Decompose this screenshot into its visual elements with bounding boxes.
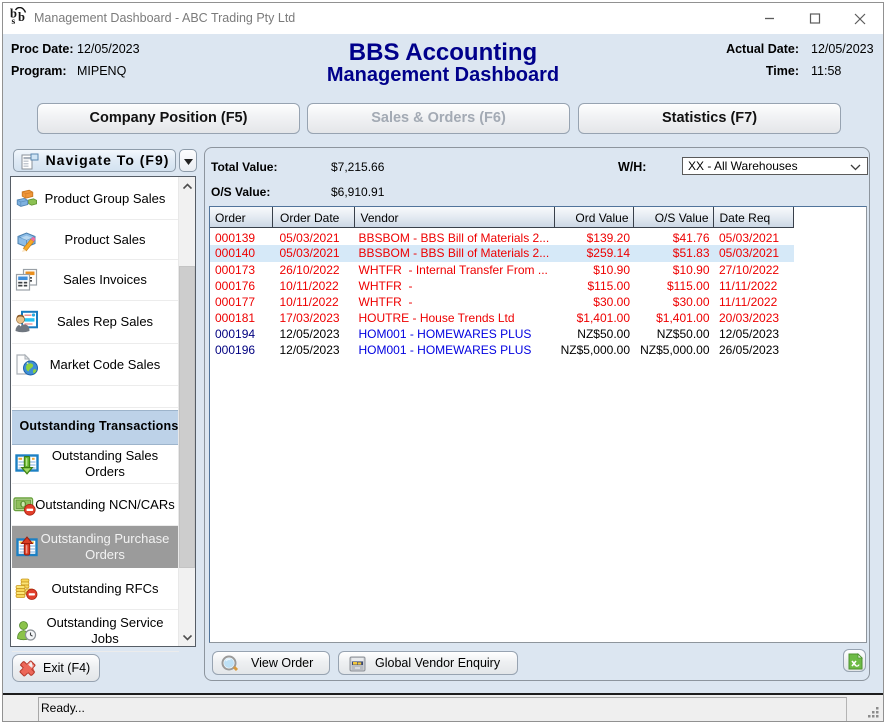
svg-text:b: b bbox=[18, 10, 25, 24]
svg-text:s: s bbox=[12, 17, 16, 27]
